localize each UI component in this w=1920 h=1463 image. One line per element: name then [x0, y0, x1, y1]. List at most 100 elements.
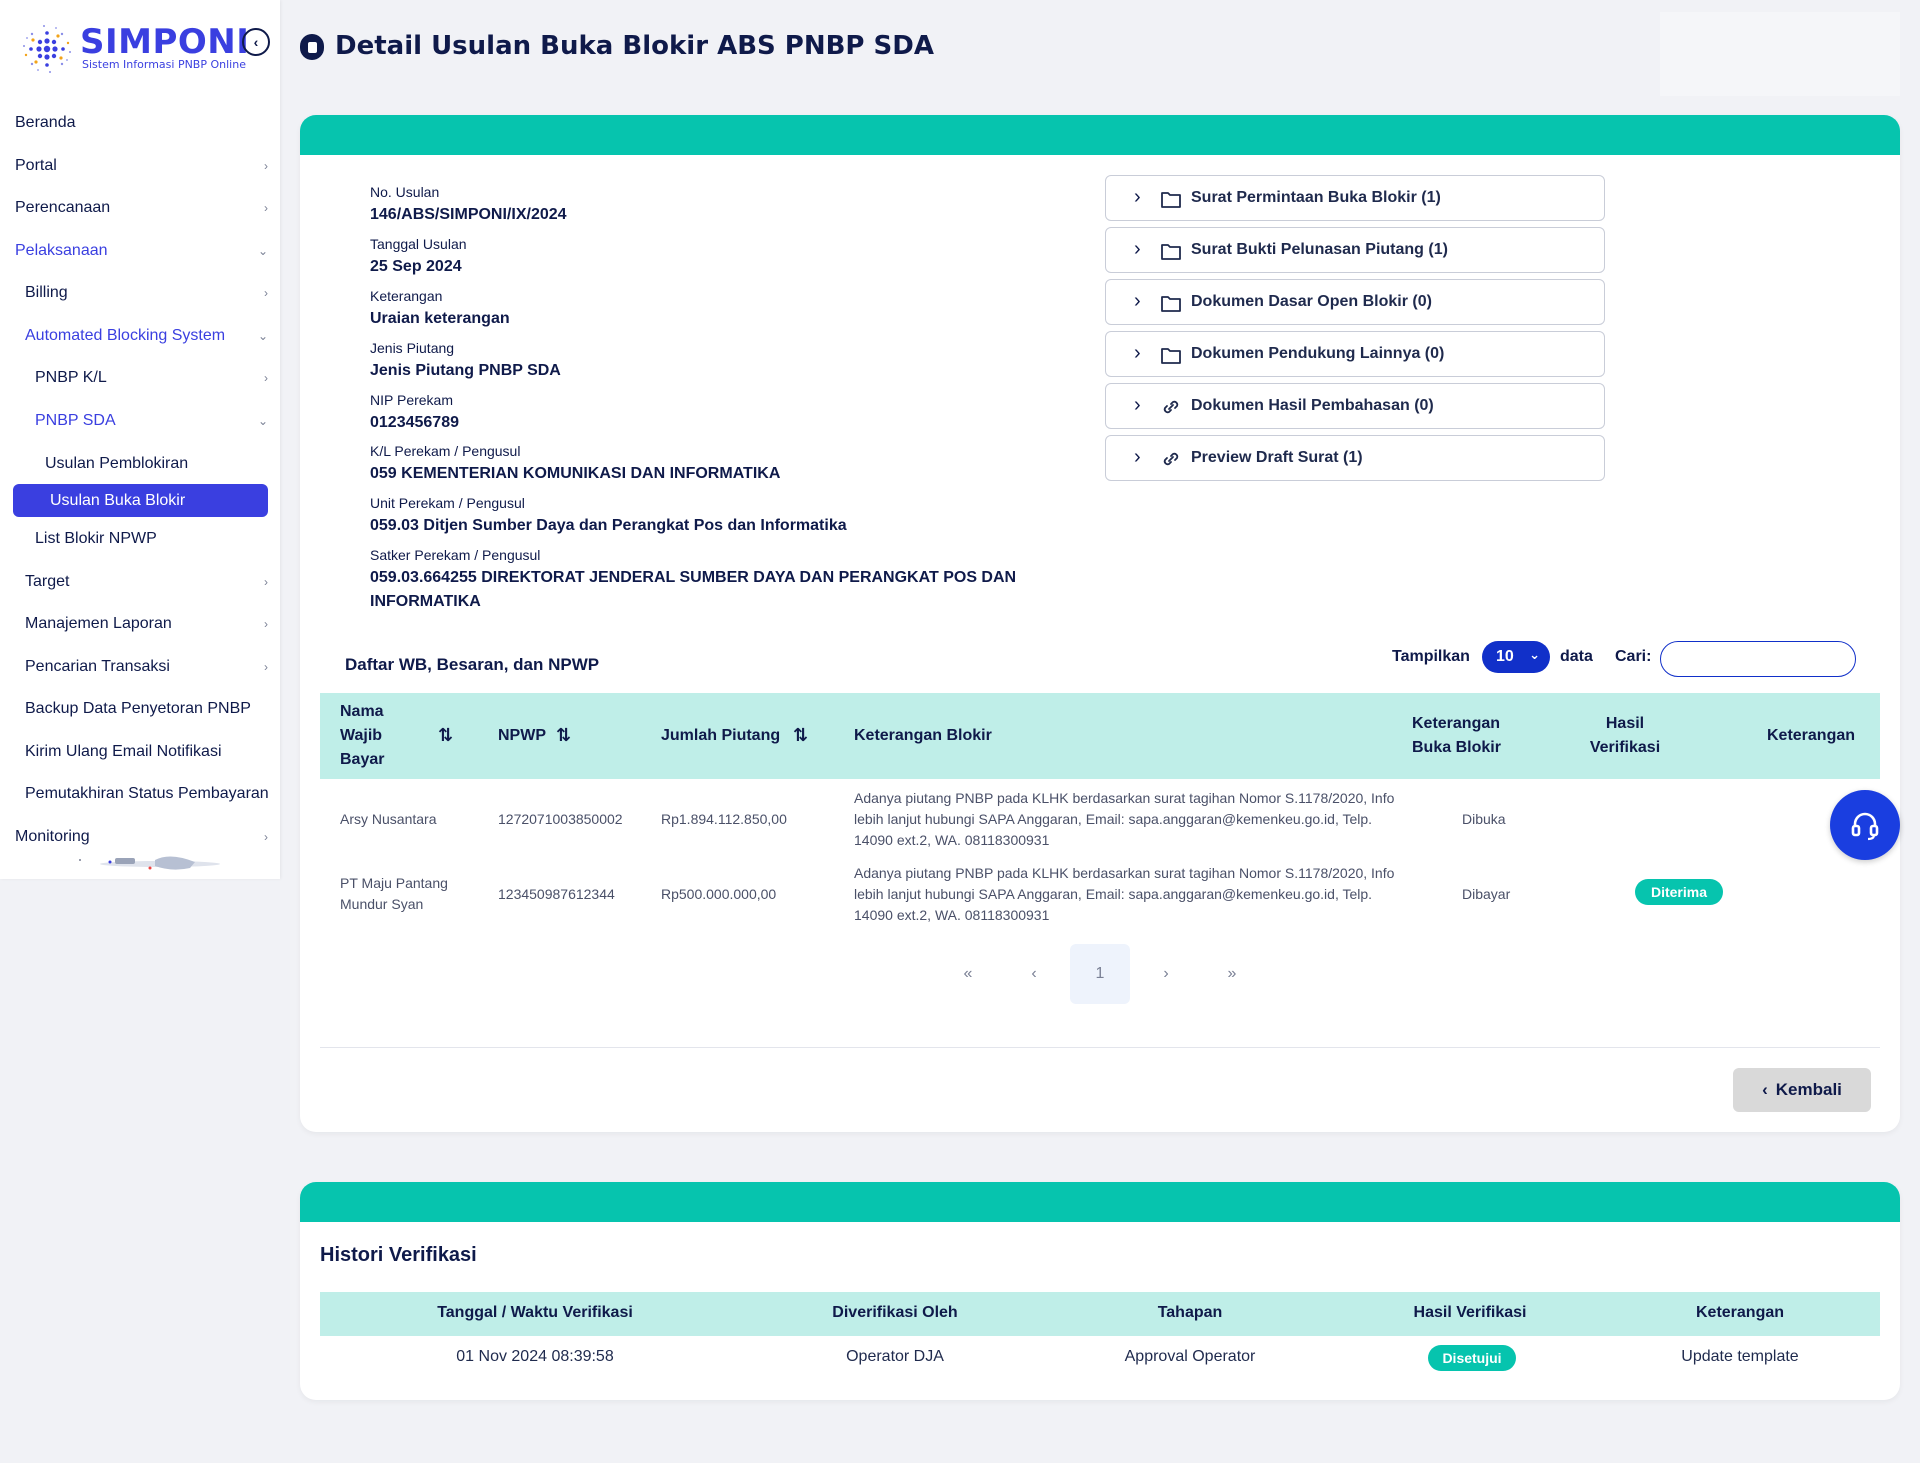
pagination-first[interactable]: «: [938, 944, 998, 1004]
sidebar-item-pemutakhiran-status[interactable]: Pemutakhiran Status Pembayaran: [0, 779, 280, 809]
document-icon: [300, 34, 324, 60]
cell-jumlah: Rp500.000.000,00: [661, 886, 777, 902]
chevron-left-icon: ‹: [253, 34, 259, 50]
sidebar-item-pnbp-sda[interactable]: PNBP SDA ⌄: [0, 406, 280, 436]
folder-icon: [1161, 348, 1181, 364]
sidebar-item-label: Portal: [15, 157, 57, 174]
pagination-last[interactable]: »: [1202, 944, 1262, 1004]
cell-npwp: 123450987612344: [498, 886, 615, 902]
history-table-header: Tanggal / Waktu Verifikasi Diverifikasi …: [320, 1292, 1880, 1336]
link-icon: [1163, 452, 1179, 466]
field-label-jenis-piutang: Jenis Piutang: [370, 340, 455, 356]
sidebar-item-backup-data[interactable]: Backup Data Penyetoran PNBP: [0, 694, 280, 724]
chevron-right-icon: ›: [1134, 238, 1141, 260]
doc-dokumen-pendukung-lainnya[interactable]: › Dokumen Pendukung Lainnya (0): [1105, 331, 1605, 377]
field-value-jenis-piutang: Jenis Piutang PNBP SDA: [370, 362, 561, 379]
pagination-prev[interactable]: ‹: [1004, 944, 1064, 1004]
sidebar-item-label: List Blokir NPWP: [35, 530, 157, 547]
sidebar-item-manajemen-laporan[interactable]: Manajemen Laporan ›: [0, 609, 280, 639]
sort-icon[interactable]: ⇅: [438, 723, 453, 747]
sidebar-item-billing[interactable]: Billing ›: [0, 278, 280, 308]
back-button-label: Kembali: [1775, 1080, 1842, 1099]
sidebar-item-label: Pencarian Transaksi: [25, 658, 170, 675]
col-hasil-verifikasi: Hasil Verifikasi: [1413, 1304, 1527, 1321]
history-title: Histori Verifikasi: [320, 1244, 477, 1266]
status-badge: Disetujui: [1428, 1345, 1516, 1371]
card-header-bar: [300, 1182, 1900, 1222]
doc-label: Dokumen Hasil Pembahasan (0): [1191, 397, 1434, 414]
sidebar-item-pelaksanaan[interactable]: Pelaksanaan ⌄: [0, 236, 280, 266]
field-label-no-usulan: No. Usulan: [370, 184, 440, 200]
help-button[interactable]: [1830, 790, 1900, 860]
sidebar-item-usulan-pemblokiran[interactable]: Usulan Pemblokiran: [0, 449, 280, 479]
search-label: Cari:: [1615, 648, 1652, 665]
brand-name: SIMPONI: [80, 22, 250, 62]
show-entries-label: Tampilkan: [1392, 648, 1470, 665]
doc-label: Dokumen Pendukung Lainnya (0): [1191, 345, 1445, 362]
chevron-right-icon: ›: [264, 159, 268, 173]
search-input[interactable]: [1660, 641, 1856, 677]
cell-nama: PT Maju Pantang Mundur Syan: [340, 875, 448, 912]
sort-icon[interactable]: ⇅: [556, 723, 571, 747]
sidebar-item-label: Usulan Buka Blokir: [50, 491, 186, 509]
doc-label: Preview Draft Surat (1): [1191, 449, 1363, 466]
chevron-right-icon: ›: [264, 201, 268, 215]
sidebar-item-label: Target: [25, 573, 70, 590]
chevron-right-icon: ›: [264, 617, 268, 631]
sidebar-item-list-blokir-npwp[interactable]: List Blokir NPWP: [0, 524, 280, 554]
cell-tahapan: Approval Operator: [1124, 1348, 1256, 1365]
sidebar-item-kirim-ulang-email[interactable]: Kirim Ulang Email Notifikasi: [0, 737, 280, 767]
doc-preview-draft-surat[interactable]: › Preview Draft Surat (1): [1105, 435, 1605, 481]
show-entries-select[interactable]: 10 ⌄: [1482, 641, 1550, 673]
sidebar-item-usulan-buka-blokir[interactable]: Usulan Buka Blokir: [13, 484, 268, 517]
doc-dokumen-dasar-open-blokir[interactable]: › Dokumen Dasar Open Blokir (0): [1105, 279, 1605, 325]
doc-surat-bukti-pelunasan[interactable]: › Surat Bukti Pelunasan Piutang (1): [1105, 227, 1605, 273]
field-value-keterangan: Uraian keterangan: [370, 310, 510, 327]
sidebar-item-pnbp-kl[interactable]: PNBP K/L ›: [0, 363, 280, 393]
headset-icon: [1851, 812, 1879, 841]
doc-dokumen-hasil-pembahasan[interactable]: › Dokumen Hasil Pembahasan (0): [1105, 383, 1605, 429]
sort-icon[interactable]: ⇅: [793, 723, 808, 747]
chevron-down-icon: ⌄: [1529, 647, 1540, 662]
sidebar-item-pencarian-transaksi[interactable]: Pencarian Transaksi ›: [0, 652, 280, 682]
col-keterangan: Keterangan: [1767, 727, 1856, 744]
field-label-kl-perekam: K/L Perekam / Pengusul: [370, 443, 521, 459]
sidebar-illustration: [79, 856, 220, 870]
sidebar-item-beranda[interactable]: Beranda: [0, 108, 280, 138]
page-header: Detail Usulan Buka Blokir ABS PNBP SDA: [280, 0, 1900, 96]
sidebar-item-label: Backup Data Penyetoran PNBP: [25, 700, 251, 717]
field-label-satker-perekam: Satker Perekam / Pengusul: [370, 547, 541, 563]
field-value-tanggal-usulan: 25 Sep 2024: [370, 258, 462, 275]
field-value-no-usulan: 146/ABS/SIMPONI/IX/2024: [370, 206, 567, 223]
sidebar-item-perencanaan[interactable]: Perencanaan ›: [0, 193, 280, 223]
sidebar-item-automated-blocking-system[interactable]: Automated Blocking System ⌄: [0, 321, 280, 351]
collapse-sidebar-button[interactable]: ‹: [242, 28, 270, 56]
back-button[interactable]: ‹ Kembali: [1733, 1068, 1871, 1112]
doc-label: Dokumen Dasar Open Blokir (0): [1191, 293, 1432, 310]
header-card: [1660, 12, 1900, 96]
doc-label: Surat Bukti Pelunasan Piutang (1): [1191, 241, 1448, 258]
pagination-current[interactable]: 1: [1070, 944, 1130, 1004]
show-entries-value: 10: [1496, 648, 1514, 665]
brand-logo[interactable]: SIMPONI Sistem Informasi PNBP Online: [18, 18, 268, 80]
doc-surat-permintaan-buka-blokir[interactable]: › Surat Permintaan Buka Blokir (1): [1105, 175, 1605, 221]
sidebar-item-label: Monitoring: [15, 828, 90, 845]
cell-nama: Arsy Nusantara: [340, 811, 437, 827]
pagination-next[interactable]: ›: [1136, 944, 1196, 1004]
folder-icon: [1161, 244, 1181, 260]
cell-keterangan: Update template: [1681, 1348, 1799, 1365]
chevron-down-icon: ⌄: [257, 329, 268, 343]
detail-card: No. Usulan 146/ABS/SIMPONI/IX/2024 Tangg…: [300, 115, 1900, 1132]
wb-table-title: Daftar WB, Besaran, dan NPWP: [345, 655, 600, 674]
field-value-nip-perekam: 0123456789: [370, 414, 459, 431]
col-npwp: NPWP: [498, 727, 546, 744]
sidebar-item-target[interactable]: Target ›: [0, 567, 280, 597]
cell-tanggal: 01 Nov 2024 08:39:58: [456, 1348, 614, 1365]
sidebar-item-label: Kirim Ulang Email Notifikasi: [25, 743, 222, 760]
sidebar-item-portal[interactable]: Portal ›: [0, 151, 280, 181]
cell-jumlah: Rp1.894.112.850,00: [661, 811, 787, 827]
field-value-unit-perekam: 059.03 Ditjen Sumber Daya dan Perangkat …: [370, 517, 847, 534]
logo-mark-icon: [23, 25, 71, 73]
chevron-left-icon: ‹: [1762, 1080, 1768, 1099]
chevron-right-icon: ›: [264, 575, 268, 589]
